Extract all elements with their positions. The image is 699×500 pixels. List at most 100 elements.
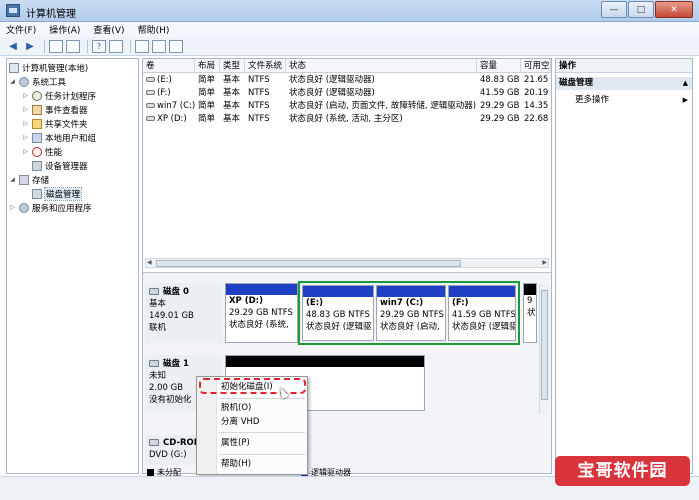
submenu-arrow-icon: ▶ (682, 96, 688, 104)
menu-help[interactable]: 帮助(H) (138, 23, 170, 36)
cd-drive-icon (149, 439, 159, 446)
tree-item-performance[interactable]: ▷ 性能 (22, 145, 62, 158)
tree-item-root[interactable]: 计算机管理(本地) (9, 61, 88, 74)
expand-arrow-icon[interactable]: ▷ (22, 92, 29, 99)
menu-action[interactable]: 操作(A) (49, 23, 80, 36)
menu-separator (219, 454, 305, 455)
collapse-up-icon[interactable]: ▲ (683, 77, 688, 90)
tree-item-device-manager[interactable]: 设备管理器 (32, 159, 88, 172)
minimize-button[interactable]: — (601, 1, 627, 18)
column-volume[interactable]: 卷 (143, 59, 195, 73)
more-actions-item[interactable]: 更多操作 ▶ (575, 94, 692, 107)
toolbar-separator (44, 39, 45, 53)
hard-disk-icon (149, 288, 159, 295)
expand-arrow-icon[interactable]: ▷ (22, 148, 29, 155)
table-row[interactable]: win7 (C:) 简单 基本 NTFS 状态良好 (启动, 页面文件, 故障转… (143, 100, 551, 113)
initialize-highlight-outline (199, 378, 306, 394)
window-controls: — □ ✕ (600, 1, 693, 18)
disk-management-icon (32, 188, 42, 199)
volume-table-header: 卷 布局 类型 文件系统 状态 容量 可用空 (143, 59, 551, 73)
column-free[interactable]: 可用空 (521, 59, 551, 73)
partition-f[interactable]: (F:) 41.59 GB NTFS 状态良好 (逻辑驱 (448, 285, 516, 341)
maximize-button[interactable]: □ (628, 1, 654, 18)
toolbar-separator (87, 39, 88, 53)
table-row[interactable]: (E:) 简单 基本 NTFS 状态良好 (逻辑驱动器) 48.83 GB 21… (143, 74, 551, 87)
disk0-label[interactable]: 磁盘 0 基本 149.01 GB 联机 (145, 283, 223, 343)
shared-folder-icon (32, 118, 42, 129)
refresh-icon[interactable] (135, 39, 149, 53)
drive-icon (146, 103, 155, 108)
watermark-logo: 宝哥软件园 (555, 456, 690, 486)
title-bar: 计算机管理 — □ ✕ (0, 0, 699, 22)
clock-icon (32, 90, 42, 101)
scroll-right-icon[interactable]: ▶ (542, 259, 547, 266)
expand-arrow-icon[interactable]: ▷ (22, 120, 29, 127)
unallocated-swatch (147, 469, 154, 476)
connect-icon[interactable] (152, 39, 166, 53)
close-button[interactable]: ✕ (655, 1, 693, 18)
table-row[interactable]: (F:) 简单 基本 NTFS 状态良好 (逻辑驱动器) 41.59 GB 20… (143, 87, 551, 100)
collapse-arrow-icon[interactable]: ◢ (9, 176, 16, 183)
tree-item-shared-folders[interactable]: ▷ 共享文件夹 (22, 117, 88, 130)
tree-item-storage[interactable]: ◢ 存储 (9, 173, 49, 186)
horizontal-scrollbar[interactable]: ◀ ▶ (145, 258, 549, 268)
tree-item-services[interactable]: ▷ 服务和应用程序 (9, 201, 92, 214)
tree-item-system-tools[interactable]: ◢ 系统工具 (9, 75, 66, 88)
toolbar: ◀ ▶ ? (0, 37, 699, 56)
column-layout[interactable]: 布局 (195, 59, 220, 73)
computer-icon (9, 62, 19, 73)
navigation-tree: 计算机管理(本地) ◢ 系统工具 ▷ 任务计划程序 ▷ 事件查看器 ▷ 共享文件… (6, 58, 139, 474)
back-arrow-icon[interactable]: ◀ (6, 40, 20, 53)
show-hide-tree-icon[interactable] (66, 39, 80, 53)
tree-item-disk-management[interactable]: 磁盘管理 (32, 186, 83, 201)
menu-item-help[interactable]: 帮助(H) (221, 458, 251, 471)
menu-separator (219, 432, 305, 433)
collapse-arrow-icon[interactable]: ◢ (9, 78, 16, 85)
expand-arrow-icon[interactable]: ▷ (9, 204, 16, 211)
column-filesystem[interactable]: 文件系统 (245, 59, 286, 73)
actions-pane: 操作 磁盘管理 ▲ 更多操作 ▶ (555, 58, 693, 474)
column-type[interactable]: 类型 (220, 59, 245, 73)
event-log-icon (32, 104, 42, 115)
help-icon[interactable]: ? (92, 39, 106, 53)
column-capacity[interactable]: 容量 (477, 59, 521, 73)
computer-management-icon (6, 4, 20, 17)
drive-icon (146, 116, 155, 121)
forward-arrow-icon[interactable]: ▶ (23, 40, 37, 53)
drive-icon (146, 90, 155, 95)
menu-item-properties[interactable]: 属性(P) (221, 437, 250, 450)
device-manager-icon (32, 160, 42, 171)
vertical-scrollbar[interactable] (539, 284, 549, 414)
toolbar-separator (130, 39, 131, 53)
partition-c[interactable]: win7 (C:) 29.29 GB NTFS 状态良好 (启动, (376, 285, 446, 341)
properties-icon[interactable] (109, 39, 123, 53)
tree-item-local-users[interactable]: ▷ 本地用户和组 (22, 131, 96, 144)
tree-item-task-scheduler[interactable]: ▷ 任务计划程序 (22, 89, 96, 102)
actions-section-disk-management[interactable]: 磁盘管理 ▲ (556, 77, 692, 90)
disk-check-icon[interactable] (169, 39, 183, 53)
menu-file[interactable]: 文件(F) (6, 23, 36, 36)
scroll-thumb[interactable] (156, 260, 461, 267)
tree-item-event-viewer[interactable]: ▷ 事件查看器 (22, 103, 88, 116)
performance-icon (32, 146, 42, 157)
column-status[interactable]: 状态 (286, 59, 477, 73)
up-folder-icon[interactable] (49, 39, 63, 53)
menu-view[interactable]: 查看(V) (93, 23, 124, 36)
menu-separator (219, 398, 305, 399)
users-icon (32, 132, 42, 143)
storage-icon (19, 174, 29, 185)
partition-d[interactable]: XP (D:) 29.29 GB NTFS 状态良好 (系统, (225, 283, 298, 343)
partition-e[interactable]: (E:) 48.83 GB NTFS 状态良好 (逻辑驱 (302, 285, 374, 341)
window-title: 计算机管理 (26, 9, 76, 20)
scroll-thumb[interactable] (541, 290, 548, 400)
partition-extra[interactable]: 9 状 (523, 283, 537, 343)
drive-icon (146, 77, 155, 82)
scroll-left-icon[interactable]: ◀ (147, 259, 152, 266)
table-row[interactable]: XP (D:) 简单 基本 NTFS 状态良好 (系统, 活动, 主分区) 29… (143, 113, 551, 126)
expand-arrow-icon[interactable]: ▷ (22, 134, 29, 141)
menu-item-offline[interactable]: 脱机(O) (221, 402, 251, 415)
tools-icon (19, 76, 29, 87)
expand-arrow-icon[interactable]: ▷ (22, 106, 29, 113)
menu-item-detach-vhd[interactable]: 分离 VHD (221, 416, 259, 429)
menu-bar: 文件(F) 操作(A) 查看(V) 帮助(H) (0, 22, 699, 37)
